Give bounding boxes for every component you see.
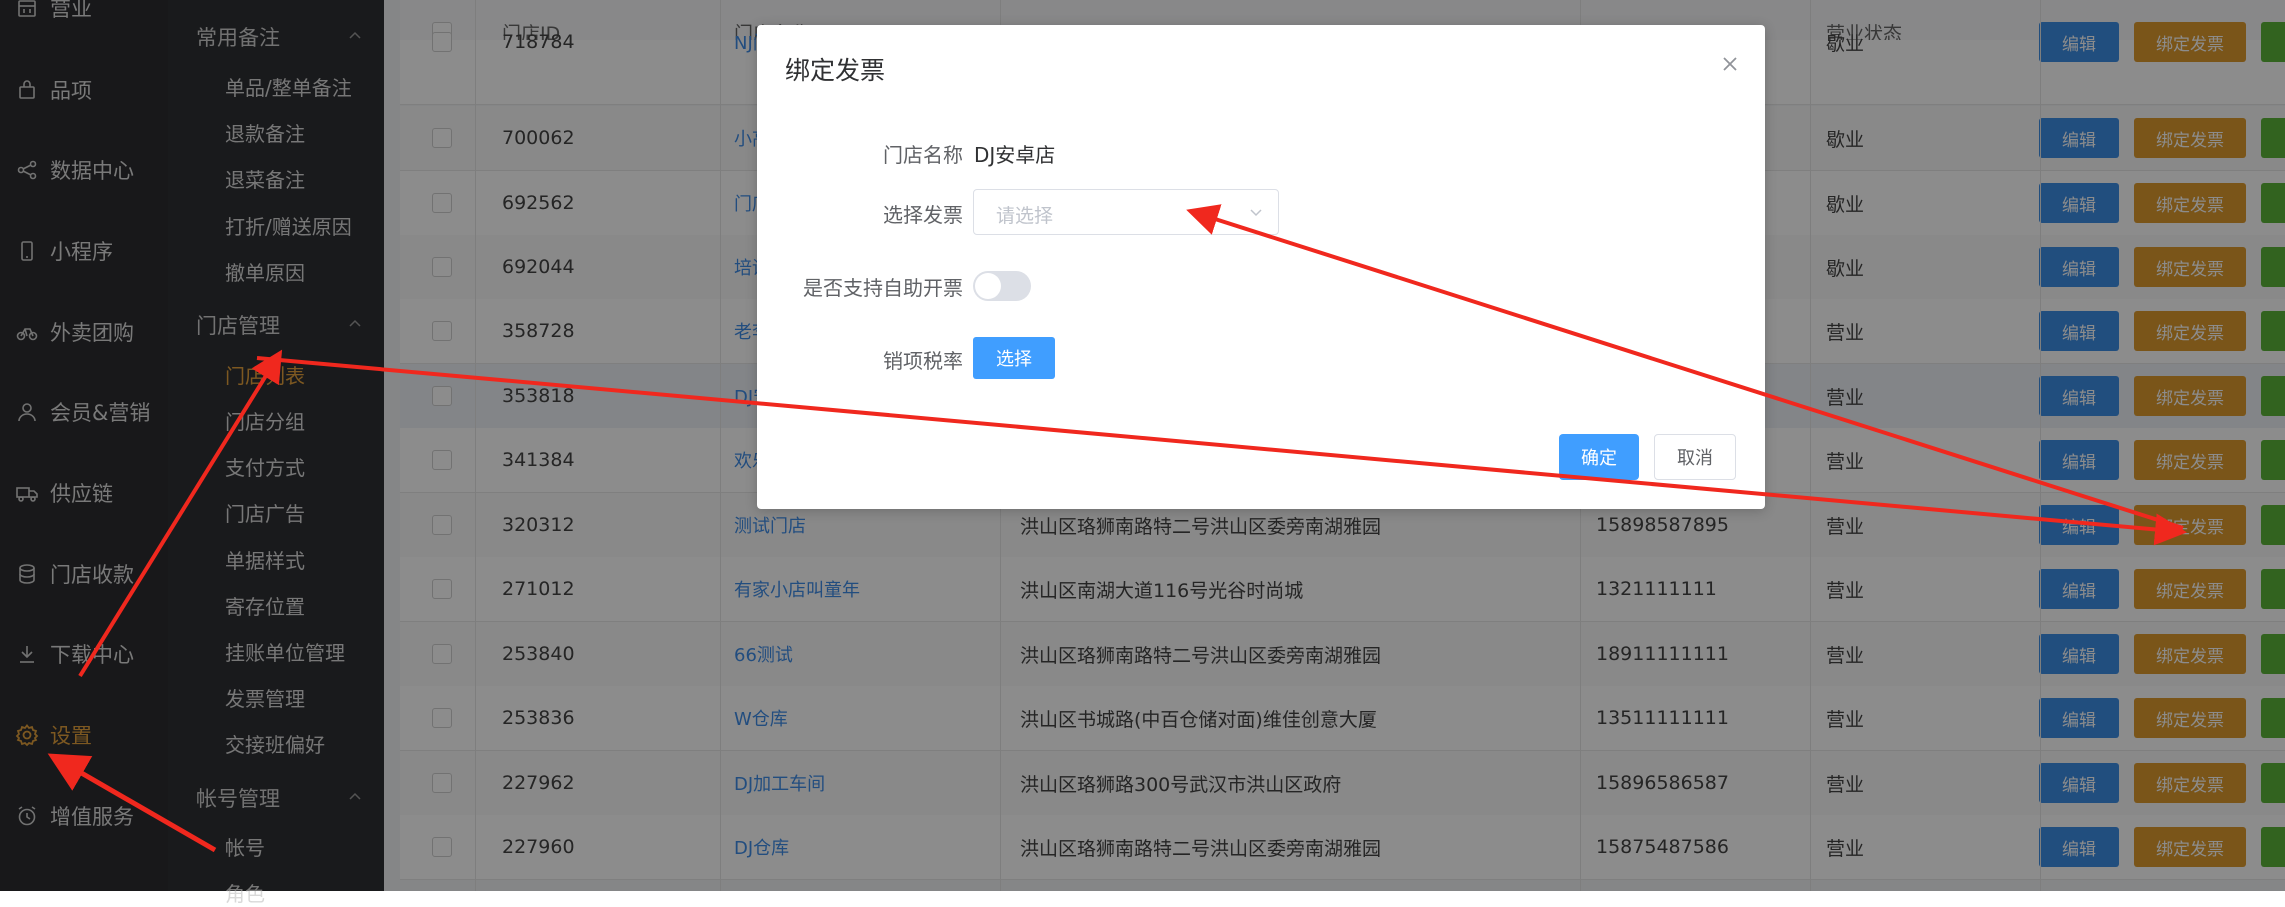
invoice-select-placeholder: 请选择: [996, 205, 1054, 227]
self-invoice-toggle[interactable]: [973, 271, 1031, 301]
store-name-value: DJ安卓店: [974, 143, 1056, 167]
choose-tax-rate-button[interactable]: 选择: [973, 337, 1055, 379]
chevron-down-icon: [1250, 209, 1262, 217]
invoice-select-label: 选择发票: [883, 203, 963, 227]
close-icon[interactable]: [1721, 55, 1739, 73]
self-invoice-label: 是否支持自助开票: [803, 276, 963, 300]
dialog-title: 绑定发票: [785, 56, 886, 85]
confirm-button[interactable]: 确定: [1559, 434, 1639, 480]
cancel-button[interactable]: 取消: [1654, 434, 1736, 480]
tax-rate-label: 销项税率: [883, 349, 963, 373]
invoice-select[interactable]: 请选择: [973, 189, 1279, 235]
toggle-knob: [975, 273, 1001, 299]
bind-invoice-dialog: 绑定发票 门店名称 DJ安卓店 选择发票 请选择 是否支持自助开票 销项税率 选…: [757, 25, 1765, 509]
store-name-label: 门店名称: [883, 143, 963, 167]
